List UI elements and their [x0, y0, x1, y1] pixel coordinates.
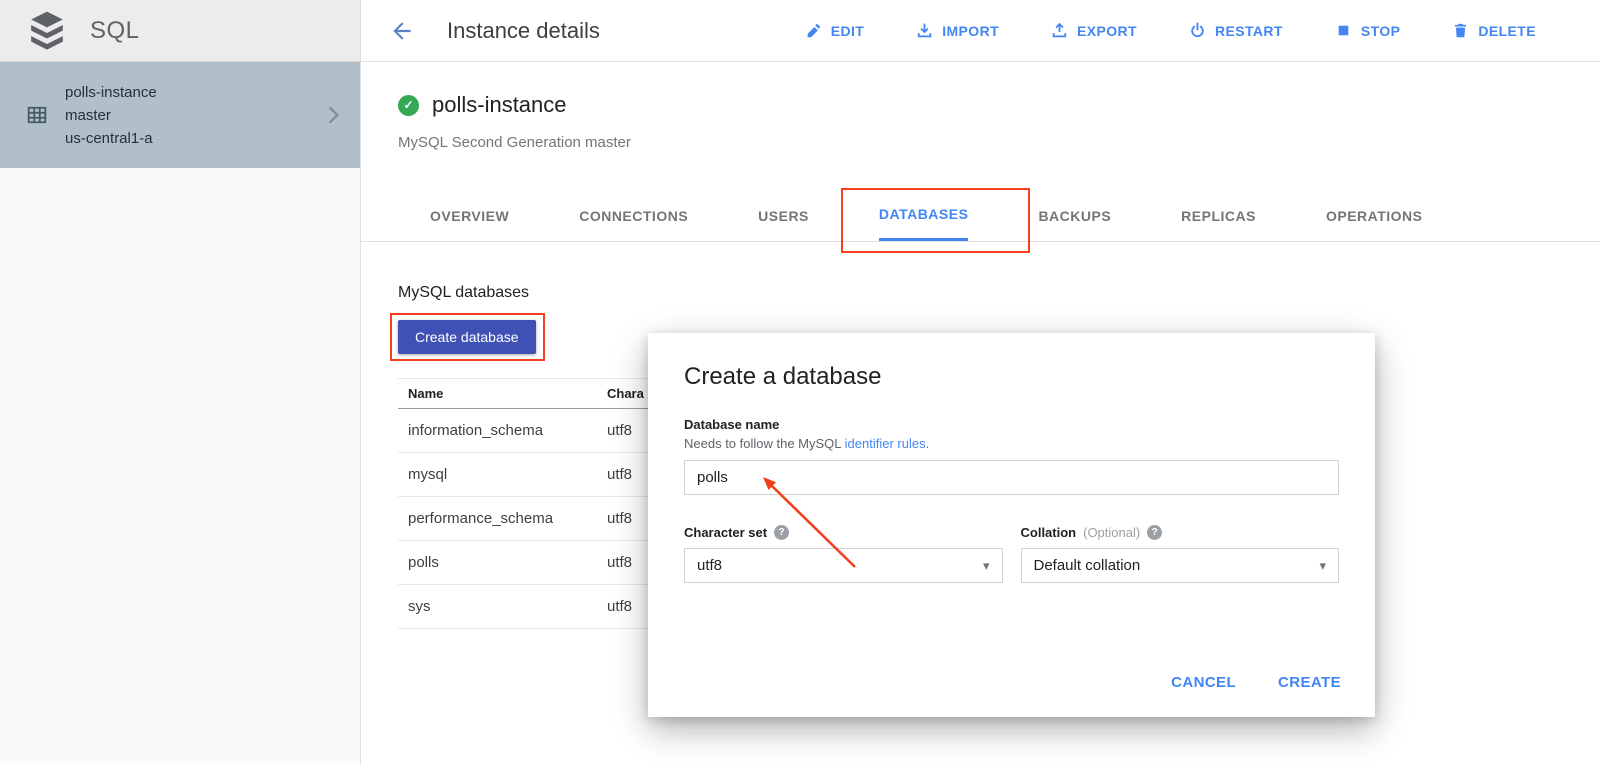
export-button[interactable]: EXPORT — [1051, 22, 1137, 39]
trash-icon — [1452, 22, 1469, 39]
edit-label: EDIT — [831, 23, 865, 39]
identifier-rules-link[interactable]: identifier rules — [845, 436, 926, 451]
export-label: EXPORT — [1077, 23, 1137, 39]
tab-connections[interactable]: CONNECTIONS — [579, 190, 688, 241]
tab-operations-label: OPERATIONS — [1326, 208, 1423, 224]
delete-button[interactable]: DELETE — [1452, 22, 1536, 39]
db-name-cell: information_schema — [398, 422, 607, 439]
product-header: SQL — [0, 0, 361, 62]
sidebar-instance-name: polls-instance — [65, 81, 320, 104]
stop-square-icon — [1335, 22, 1352, 39]
cancel-button[interactable]: CANCEL — [1171, 674, 1236, 691]
stop-label: STOP — [1361, 23, 1400, 39]
stop-button[interactable]: STOP — [1335, 22, 1400, 39]
restart-button[interactable]: RESTART — [1189, 22, 1283, 39]
product-name: SQL — [90, 17, 140, 45]
tab-replicas-label: REPLICAS — [1181, 208, 1256, 224]
help-text-suffix: . — [926, 436, 930, 451]
sidebar-item-polls-instance[interactable]: polls-instance master us-central1-a — [0, 62, 360, 168]
create-button[interactable]: CREATE — [1278, 674, 1341, 691]
tab-backups-label: BACKUPS — [1038, 208, 1111, 224]
chevron-right-icon — [320, 102, 346, 128]
top-bar: SQL Instance details EDIT IMPORT — [0, 0, 1600, 62]
help-icon — [1147, 525, 1162, 540]
collation-field: Collation (Optional) Default collation — [1021, 525, 1340, 583]
power-icon — [1189, 22, 1206, 39]
sidebar-instance-zone: us-central1-a — [65, 127, 320, 150]
section-heading: MySQL databases — [398, 284, 529, 302]
tab-replicas[interactable]: REPLICAS — [1181, 190, 1256, 241]
instance-tabs: OVERVIEW CONNECTIONS USERS DATABASES BAC… — [361, 190, 1600, 242]
character-set-select[interactable]: utf8 — [684, 548, 1003, 583]
tab-backups[interactable]: BACKUPS — [1038, 190, 1111, 241]
chevron-down-icon — [1319, 558, 1326, 574]
instance-grid-icon — [27, 105, 47, 125]
pencil-icon — [805, 22, 822, 39]
edit-button[interactable]: EDIT — [805, 22, 865, 39]
collation-optional-hint: (Optional) — [1083, 525, 1140, 540]
import-button[interactable]: IMPORT — [916, 22, 999, 39]
dialog-actions: CANCEL CREATE — [1171, 674, 1341, 691]
character-set-field: Character set utf8 — [684, 525, 1003, 583]
tab-users[interactable]: USERS — [758, 190, 809, 241]
database-name-input[interactable] — [684, 460, 1339, 495]
collation-label-row: Collation (Optional) — [1021, 525, 1340, 540]
help-icon — [774, 525, 789, 540]
dialog-title: Create a database — [684, 363, 1339, 391]
instance-name: polls-instance — [432, 92, 567, 118]
tab-connections-label: CONNECTIONS — [579, 208, 688, 224]
collation-label: Collation — [1021, 525, 1077, 540]
tab-overview-label: OVERVIEW — [430, 208, 509, 224]
collation-select[interactable]: Default collation — [1021, 548, 1340, 583]
column-header-name: Name — [398, 386, 607, 401]
tab-users-label: USERS — [758, 208, 809, 224]
tab-overview[interactable]: OVERVIEW — [430, 190, 509, 241]
database-name-label: Database name — [684, 417, 1339, 432]
database-name-help: Needs to follow the MySQL identifier rul… — [684, 436, 1339, 451]
help-text-prefix: Needs to follow the MySQL — [684, 436, 845, 451]
character-set-label-row: Character set — [684, 525, 1003, 540]
instances-sidebar: polls-instance master us-central1-a — [0, 62, 361, 764]
collation-value: Default collation — [1034, 557, 1141, 574]
db-name-cell: sys — [398, 598, 607, 615]
import-icon — [916, 22, 933, 39]
instance-subtitle: MySQL Second Generation master — [398, 134, 631, 151]
status-check-icon — [398, 95, 419, 116]
sidebar-instance-info: polls-instance master us-central1-a — [65, 81, 320, 150]
create-database-dialog: Create a database Database name Needs to… — [648, 333, 1375, 717]
db-name-cell: performance_schema — [398, 510, 607, 527]
cloud-sql-logo-icon — [28, 10, 66, 52]
page-title: Instance details — [447, 18, 600, 44]
import-label: IMPORT — [942, 23, 999, 39]
chevron-down-icon — [983, 558, 990, 574]
tab-databases[interactable]: DATABASES — [879, 190, 969, 241]
db-name-cell: polls — [398, 554, 607, 571]
create-database-button[interactable]: Create database — [398, 320, 536, 354]
dialog-selects-row: Character set utf8 Collation (Optional) … — [684, 525, 1339, 583]
page-header: Instance details EDIT IMPORT EXPORT — [361, 0, 1600, 62]
db-name-cell: mysql — [398, 466, 607, 483]
instance-header: polls-instance — [398, 92, 567, 118]
tab-databases-label: DATABASES — [879, 206, 969, 222]
restart-label: RESTART — [1215, 23, 1283, 39]
tab-operations[interactable]: OPERATIONS — [1326, 190, 1423, 241]
sidebar-instance-role: master — [65, 104, 320, 127]
instance-actions: EDIT IMPORT EXPORT RESTART — [805, 22, 1600, 39]
export-icon — [1051, 22, 1068, 39]
create-database-area: Create database — [398, 320, 536, 354]
character-set-value: utf8 — [697, 557, 722, 574]
back-arrow-icon[interactable] — [389, 18, 415, 44]
character-set-label: Character set — [684, 525, 767, 540]
delete-label: DELETE — [1478, 23, 1536, 39]
